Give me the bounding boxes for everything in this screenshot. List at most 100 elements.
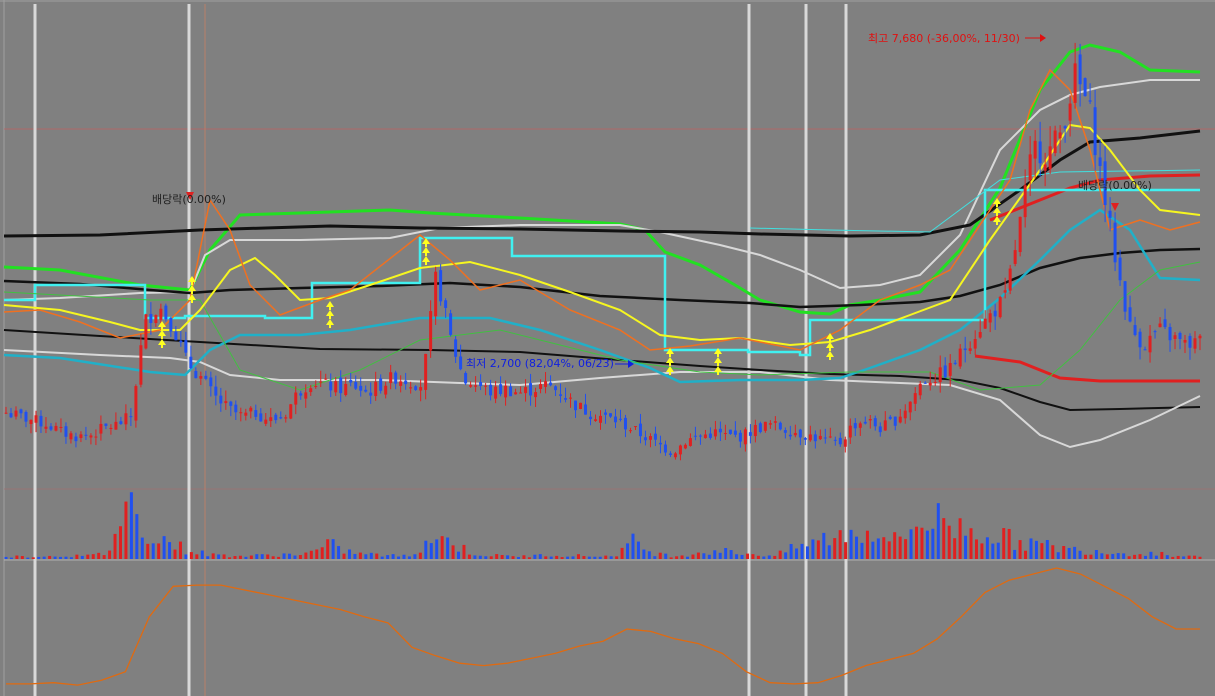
volume-bar <box>15 555 19 559</box>
candle-body <box>484 385 488 387</box>
candle-body <box>89 435 93 438</box>
candle-body <box>1003 290 1007 293</box>
candle-body <box>1098 157 1102 166</box>
candle-body <box>544 381 548 387</box>
volume-bar <box>478 555 482 559</box>
volume-bar <box>309 550 313 559</box>
volume-bar <box>1100 553 1104 559</box>
candle-body <box>149 313 153 323</box>
volume-bar <box>146 543 150 559</box>
volume-bar <box>647 551 651 559</box>
up-arrow-stem <box>425 262 427 265</box>
candle-body <box>783 430 787 433</box>
volume-bar <box>37 556 41 559</box>
volume-bar <box>380 556 384 559</box>
candle-body <box>254 410 258 417</box>
volume-bar <box>69 557 73 559</box>
volume-bar <box>587 556 591 559</box>
volume-bar <box>636 541 640 559</box>
candle-body <box>1148 335 1152 353</box>
volume-bar <box>320 547 324 559</box>
volume-bar <box>789 543 793 559</box>
candle-body <box>1008 268 1012 291</box>
volume-bar <box>909 529 913 559</box>
candle-body <box>1088 100 1092 102</box>
volume-bar <box>762 556 766 559</box>
candle-body <box>888 416 892 419</box>
volume-bar <box>391 554 395 559</box>
candle-body <box>264 419 268 424</box>
candle-body <box>339 377 343 394</box>
candle-body <box>993 310 997 317</box>
candle-body <box>289 404 293 419</box>
candle-body <box>404 380 408 385</box>
volume-bar <box>135 514 139 559</box>
candle-body <box>808 434 812 441</box>
candle-body <box>1083 78 1087 97</box>
candle-body <box>748 432 752 436</box>
volume-bar <box>48 555 52 559</box>
candle-body <box>244 412 248 416</box>
candle-body <box>1118 257 1122 281</box>
candle-body <box>1143 349 1147 351</box>
volume-bar <box>495 554 499 559</box>
volume-bar <box>451 545 455 559</box>
candle-body <box>823 437 827 439</box>
volume-bar <box>658 552 662 559</box>
candle-body <box>524 387 528 394</box>
candle-body <box>424 353 428 390</box>
candle-body <box>494 386 498 399</box>
candle-body <box>234 404 238 413</box>
candle-body <box>74 436 78 442</box>
volume-bar <box>467 554 471 559</box>
up-arrow-stem <box>329 325 331 328</box>
volume-bar <box>271 556 275 559</box>
candle-body <box>19 409 23 414</box>
volume-bar <box>838 530 842 559</box>
candle-body <box>384 385 388 395</box>
candle-body <box>499 384 503 395</box>
candle-body <box>4 412 8 414</box>
candle-body <box>34 415 38 423</box>
volume-bar <box>446 537 450 559</box>
volume-bar <box>326 539 330 559</box>
candle-body <box>638 423 642 437</box>
candle-body <box>109 427 113 429</box>
candle-body <box>539 384 543 389</box>
volume-bar <box>266 554 270 559</box>
candle-body <box>1183 339 1187 343</box>
candle-body <box>833 439 837 441</box>
dividend-marker-1: 배당락(0.00%) <box>152 192 226 206</box>
candle-body <box>139 345 143 385</box>
candle-body <box>713 429 717 437</box>
volume-bar <box>222 554 226 559</box>
volume-bar <box>642 549 646 559</box>
volume-bar <box>680 555 684 559</box>
candle-body <box>189 356 193 369</box>
up-arrow-stem <box>329 307 331 310</box>
volume-bar <box>462 544 466 559</box>
candle-body <box>589 416 593 420</box>
candle-body <box>464 372 468 384</box>
candle-body <box>399 381 403 386</box>
candle-body <box>1043 164 1047 171</box>
volume-bar <box>1094 550 1098 559</box>
candle-body <box>204 375 208 379</box>
candle-body <box>314 385 318 387</box>
candle-body <box>793 432 797 436</box>
volume-bar <box>500 555 504 559</box>
candle-body <box>738 432 742 442</box>
candle-body <box>344 383 348 396</box>
candle-body <box>429 311 433 351</box>
volume-bar <box>827 545 831 559</box>
volume-bar <box>353 553 357 559</box>
candle-body <box>913 393 917 404</box>
volume-bar <box>522 555 526 559</box>
volume-bar <box>337 546 341 559</box>
candle-body <box>953 362 957 364</box>
candle-body <box>39 415 43 427</box>
up-arrow-stem <box>996 213 998 216</box>
candle-body <box>763 421 767 431</box>
candle-body <box>509 386 513 397</box>
candle-body <box>564 398 568 400</box>
